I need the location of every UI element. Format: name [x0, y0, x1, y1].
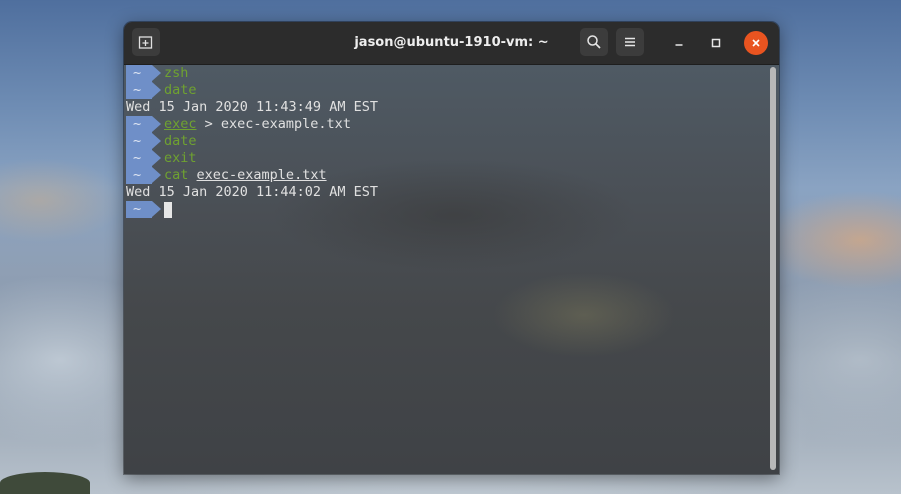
menu-button[interactable]	[616, 28, 644, 56]
terminal-line: Wed 15 Jan 2020 11:44:02 AM EST	[126, 184, 765, 201]
terminal-line: ~ exec > exec-example.txt	[126, 116, 765, 133]
terminal-line: ~ zsh	[126, 65, 765, 82]
output-text: Wed 15 Jan 2020 11:44:02 AM EST	[126, 184, 378, 200]
search-button[interactable]	[580, 28, 608, 56]
command-text: date	[164, 82, 197, 98]
terminal-line: ~ date	[126, 82, 765, 99]
active-prompt-line[interactable]: ~	[126, 201, 765, 218]
command-text: zsh	[164, 65, 189, 81]
command-text: exec	[164, 116, 197, 132]
terminal-window[interactable]: jason@ubuntu-1910-vm: ~ ~ zsh ~ date Wed…	[124, 22, 779, 474]
prompt-segment: ~	[126, 133, 161, 150]
command-args: exec-example.txt	[196, 167, 327, 183]
search-icon	[587, 35, 601, 49]
terminal-body[interactable]: ~ zsh ~ date Wed 15 Jan 2020 11:43:49 AM…	[124, 65, 779, 474]
minimize-button[interactable]	[667, 31, 691, 55]
scrollbar-thumb[interactable]	[770, 67, 776, 470]
new-tab-icon	[138, 36, 153, 49]
output-text: Wed 15 Jan 2020 11:43:49 AM EST	[126, 99, 378, 115]
maximize-button[interactable]	[704, 31, 728, 55]
scrollbar[interactable]	[770, 67, 776, 470]
command-text: date	[164, 133, 197, 149]
terminal-line: ~ date	[126, 133, 765, 150]
prompt-segment: ~	[126, 82, 161, 99]
terminal-line: Wed 15 Jan 2020 11:43:49 AM EST	[126, 99, 765, 116]
prompt-segment: ~	[126, 116, 161, 133]
command-args: > exec-example.txt	[196, 116, 351, 132]
maximize-icon	[711, 38, 721, 48]
close-button[interactable]	[744, 31, 768, 55]
prompt-segment: ~	[126, 65, 161, 82]
terminal-line: ~ exit	[126, 150, 765, 167]
minimize-icon	[675, 44, 683, 46]
terminal-line: ~ cat exec-example.txt	[126, 167, 765, 184]
title-bar[interactable]: jason@ubuntu-1910-vm: ~	[124, 22, 779, 65]
text-cursor[interactable]	[164, 201, 172, 218]
prompt-segment: ~	[126, 167, 161, 184]
desktop-wallpaper-hill	[0, 472, 90, 494]
hamburger-menu-icon	[625, 37, 635, 47]
prompt-segment: ~	[126, 150, 161, 167]
command-text: cat	[164, 167, 189, 183]
terminal-output[interactable]: ~ zsh ~ date Wed 15 Jan 2020 11:43:49 AM…	[126, 65, 765, 218]
new-tab-button[interactable]	[132, 28, 160, 56]
close-icon	[752, 39, 760, 47]
command-text: exit	[164, 150, 197, 166]
prompt-segment: ~	[126, 201, 161, 218]
